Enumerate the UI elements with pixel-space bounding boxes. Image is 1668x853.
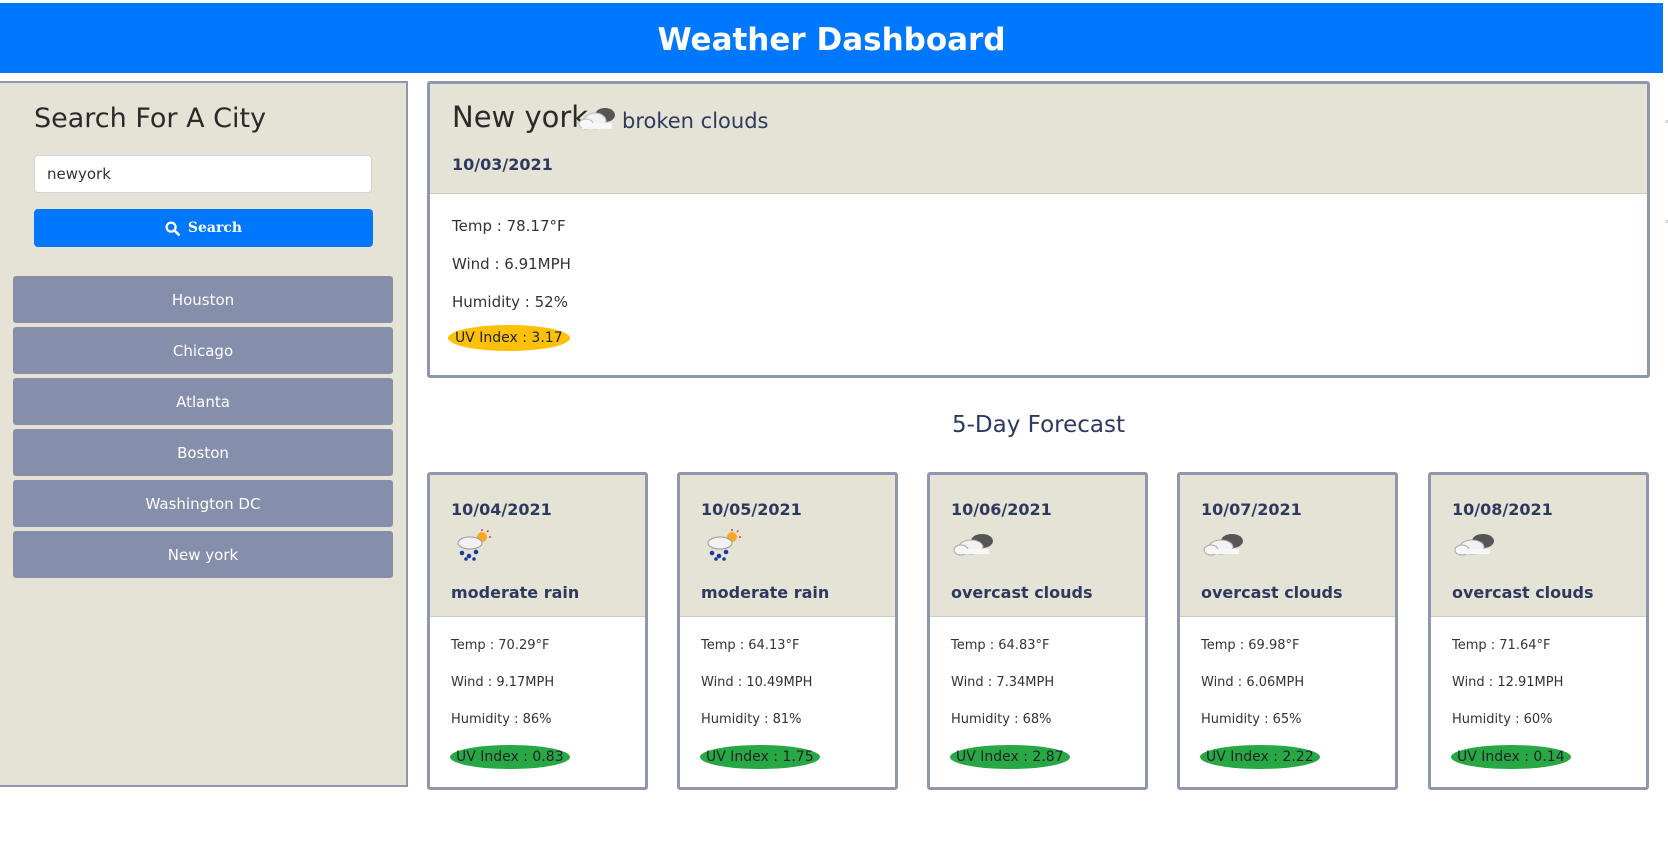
forecast-uv-row: UV Index : 0.83 [450, 745, 570, 769]
history-button-houston[interactable]: Houston [13, 276, 393, 323]
uv-index-badge: UV Index : 0.83 [450, 745, 570, 769]
forecast-heading: 5-Day Forecast [952, 412, 1125, 438]
forecast-humidity: Humidity : 81% [701, 712, 802, 727]
forecast-description: overcast clouds [951, 583, 1093, 602]
current-uv-row: UV Index : 3.17 [448, 325, 570, 351]
forecast-card-details: Temp : 69.98°F Wind : 6.06MPH Humidity :… [1180, 617, 1395, 787]
current-description: broken clouds [622, 109, 769, 133]
forecast-temp: Temp : 69.98°F [1201, 638, 1300, 653]
forecast-card-details: Temp : 64.13°F Wind : 10.49MPH Humidity … [680, 617, 895, 787]
forecast-uv-row: UV Index : 2.22 [1200, 745, 1320, 769]
forecast-temp: Temp : 70.29°F [451, 638, 550, 653]
forecast-description: moderate rain [701, 583, 830, 602]
forecast-card-header: 10/07/2021 overcast clouds [1180, 475, 1395, 617]
current-weather-details: Temp : 78.17°F Wind : 6.91MPH Humidity :… [430, 194, 1647, 375]
forecast-humidity: Humidity : 60% [1452, 712, 1553, 727]
uv-index-badge: UV Index : 3.17 [448, 325, 570, 351]
history-button-boston[interactable]: Boston [13, 429, 393, 476]
current-weather-card: New york broken clouds 10/03/2021 Temp :… [427, 81, 1650, 378]
uv-index-badge: UV Index : 2.87 [950, 745, 1070, 769]
forecast-temp: Temp : 71.64°F [1452, 638, 1551, 653]
current-city-name: New york [452, 100, 589, 134]
forecast-card-header: 10/06/2021 overcast clouds [930, 475, 1145, 617]
search-icon [165, 220, 180, 236]
city-search-input[interactable] [34, 155, 372, 193]
forecast-uv-row: UV Index : 0.14 [1451, 745, 1571, 769]
forecast-card: 10/06/2021 overcast clouds Temp : 64.83°… [927, 472, 1148, 790]
forecast-card: 10/08/2021 overcast clouds Temp : 71.64°… [1428, 472, 1649, 790]
search-sidebar: Search For A City Search Houston Chicago… [0, 81, 408, 787]
uv-index-badge: UV Index : 0.14 [1451, 745, 1571, 769]
app-title: Weather Dashboard [657, 22, 1006, 58]
forecast-date: 10/04/2021 [451, 500, 552, 519]
moderate-rain-icon [707, 529, 741, 561]
forecast-wind: Wind : 6.06MPH [1201, 675, 1305, 690]
history-button-washington-dc[interactable]: Washington DC [13, 480, 393, 527]
forecast-card-header: 10/05/2021 moderate rain [680, 475, 895, 617]
forecast-card: 10/05/2021 moderate rain Temp : 64.13°F … [677, 472, 898, 790]
uv-index-badge: UV Index : 1.75 [700, 745, 820, 769]
forecast-date: 10/05/2021 [701, 500, 802, 519]
forecast-wind: Wind : 7.34MPH [951, 675, 1055, 690]
search-heading: Search For A City [34, 103, 267, 134]
forecast-uv-row: UV Index : 1.75 [700, 745, 820, 769]
broken-clouds-icon [578, 108, 615, 130]
forecast-card-details: Temp : 70.29°F Wind : 9.17MPH Humidity :… [430, 617, 645, 787]
forecast-description: moderate rain [451, 583, 580, 602]
moderate-rain-icon [457, 529, 491, 561]
forecast-description: overcast clouds [1201, 583, 1343, 602]
forecast-wind: Wind : 10.49MPH [701, 675, 813, 690]
app-header: Weather Dashboard [0, 3, 1663, 73]
forecast-date: 10/06/2021 [951, 500, 1052, 519]
forecast-temp: Temp : 64.83°F [951, 638, 1050, 653]
uv-index-badge: UV Index : 2.22 [1200, 745, 1320, 769]
forecast-card-details: Temp : 71.64°F Wind : 12.91MPH Humidity … [1431, 617, 1646, 787]
overcast-clouds-icon [1203, 534, 1243, 556]
forecast-humidity: Humidity : 68% [951, 712, 1052, 727]
forecast-card-header: 10/08/2021 overcast clouds [1431, 475, 1646, 617]
search-button[interactable]: Search [34, 209, 373, 247]
forecast-card: 10/07/2021 overcast clouds Temp : 69.98°… [1177, 472, 1398, 790]
forecast-humidity: Humidity : 86% [451, 712, 552, 727]
current-temp: Temp : 78.17°F [452, 217, 566, 235]
overcast-clouds-icon [953, 534, 993, 556]
forecast-wind: Wind : 12.91MPH [1452, 675, 1564, 690]
forecast-temp: Temp : 64.13°F [701, 638, 800, 653]
current-weather-header: New york broken clouds 10/03/2021 [430, 84, 1647, 194]
forecast-wind: Wind : 9.17MPH [451, 675, 555, 690]
search-button-label: Search [187, 220, 243, 236]
forecast-card-header: 10/04/2021 moderate rain [430, 475, 645, 617]
search-history-list: Houston Chicago Atlanta Boston Washingto… [13, 276, 393, 582]
forecast-date: 10/07/2021 [1201, 500, 1302, 519]
forecast-card: 10/04/2021 moderate rain Temp : 70.29°F … [427, 472, 648, 790]
current-wind: Wind : 6.91MPH [452, 255, 571, 273]
forecast-uv-row: UV Index : 2.87 [950, 745, 1070, 769]
overcast-clouds-icon [1454, 534, 1494, 556]
history-button-new-york[interactable]: New york [13, 531, 393, 578]
history-button-chicago[interactable]: Chicago [13, 327, 393, 374]
history-button-atlanta[interactable]: Atlanta [13, 378, 393, 425]
forecast-date: 10/08/2021 [1452, 500, 1553, 519]
current-date: 10/03/2021 [452, 155, 553, 174]
forecast-description: overcast clouds [1452, 583, 1594, 602]
forecast-humidity: Humidity : 65% [1201, 712, 1302, 727]
forecast-card-details: Temp : 64.83°F Wind : 7.34MPH Humidity :… [930, 617, 1145, 787]
current-humidity: Humidity : 52% [452, 293, 568, 311]
